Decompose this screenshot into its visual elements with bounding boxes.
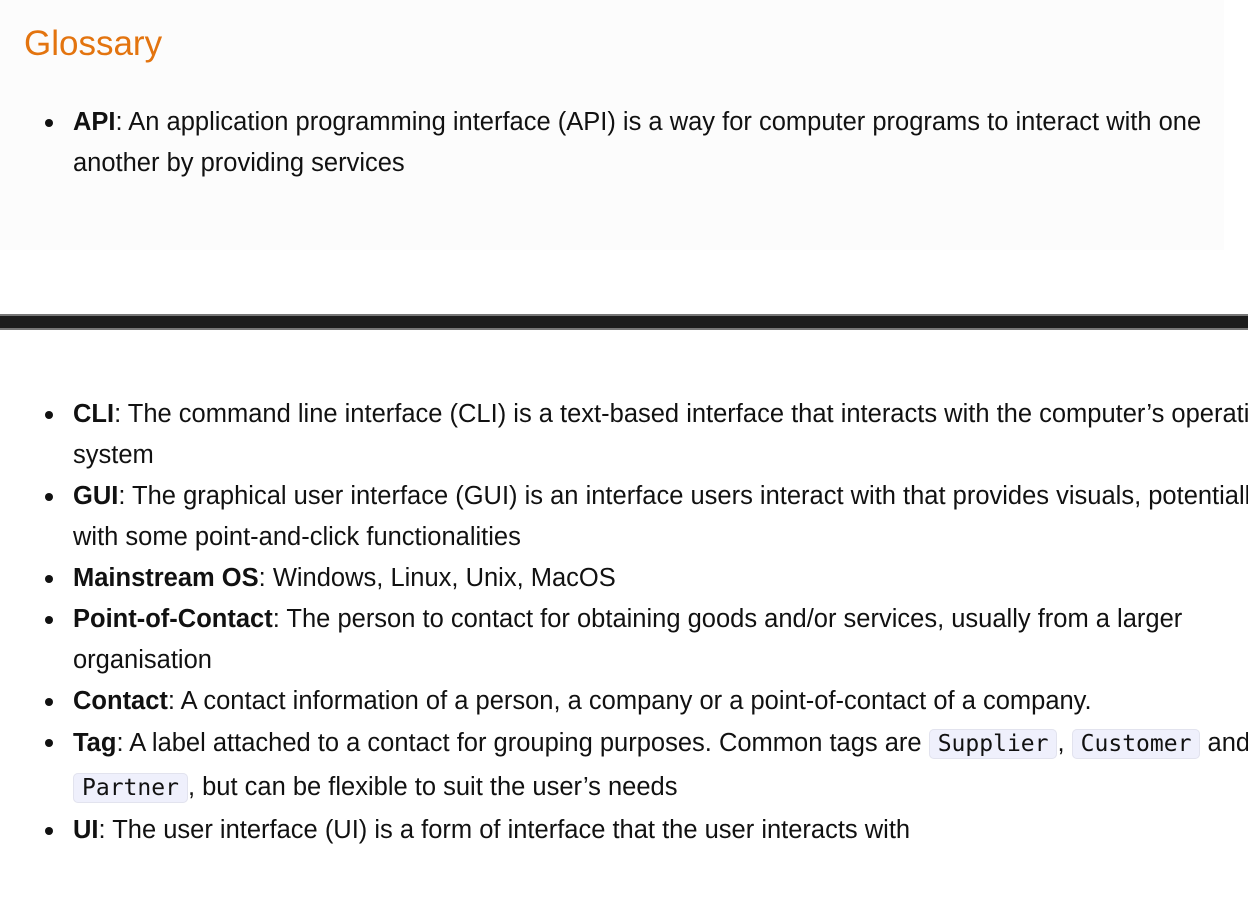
term: CLI <box>73 400 115 428</box>
glossary-list: CLI: The command line interface (CLI) is… <box>0 394 1248 851</box>
term: Tag <box>73 729 117 757</box>
term: Mainstream OS <box>73 564 259 592</box>
term: Contact <box>73 687 168 715</box>
list-item: GUI: The graphical user interface (GUI) … <box>45 476 1248 558</box>
glossary-list-top: API: An application programming interfac… <box>0 102 1203 184</box>
definition: , <box>1057 729 1072 757</box>
term: GUI <box>73 482 119 510</box>
page-title: Glossary <box>24 24 163 63</box>
divider <box>0 314 1248 330</box>
term: UI <box>73 816 99 844</box>
definition: : Windows, Linux, Unix, MacOS <box>258 564 616 592</box>
definition: , but can be flexible to suit the user’s… <box>187 773 678 801</box>
definition: : The command line interface (CLI) is a … <box>73 400 1248 469</box>
term: API <box>73 108 116 136</box>
code-tag: Partner <box>73 773 188 803</box>
list-item: UI: The user interface (UI) is a form of… <box>45 810 1248 851</box>
list-item: API: An application programming interfac… <box>45 102 1203 184</box>
top-panel: Glossary API: An application programming… <box>0 0 1224 250</box>
list-item: Point-of-Contact: The person to contact … <box>45 599 1248 681</box>
definition: : The graphical user interface (GUI) is … <box>73 482 1248 551</box>
definition: : A label attached to a contact for grou… <box>116 729 929 757</box>
code-tag: Supplier <box>928 729 1058 759</box>
term: Point-of-Contact <box>73 605 273 633</box>
definition: : A contact information of a person, a c… <box>167 687 1092 715</box>
list-item: CLI: The command line interface (CLI) is… <box>45 394 1248 476</box>
code-tag: Customer <box>1071 729 1201 759</box>
definition: and <box>1200 729 1248 757</box>
list-item: Tag: A label attached to a contact for g… <box>45 722 1248 810</box>
list-item: Mainstream OS: Windows, Linux, Unix, Mac… <box>45 558 1248 599</box>
list-item: Contact: A contact information of a pers… <box>45 681 1248 722</box>
definition: : The user interface (UI) is a form of i… <box>98 816 911 844</box>
definition: : An application programming interface (… <box>73 108 1202 177</box>
